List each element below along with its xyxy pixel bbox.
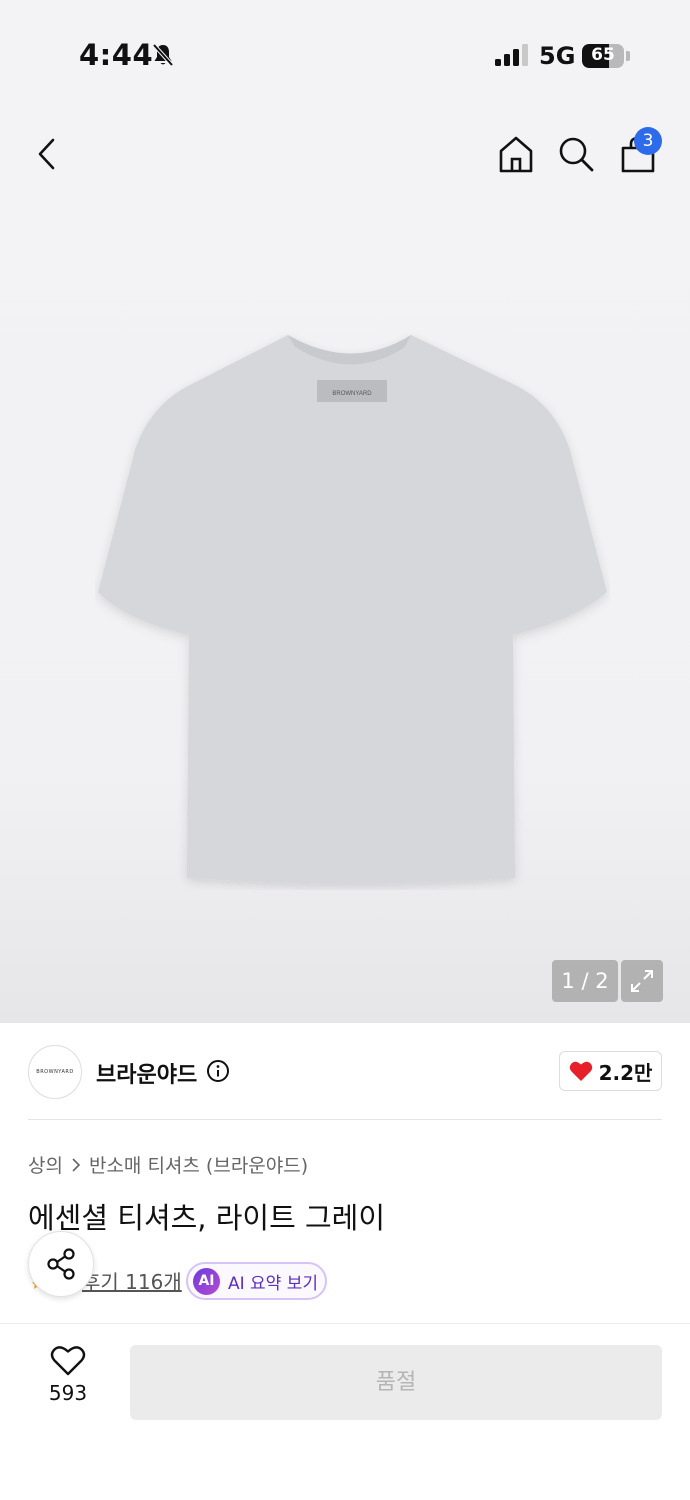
back-button[interactable] (22, 128, 74, 180)
battery-tip (626, 51, 630, 61)
network-type: 5G (539, 42, 576, 70)
breadcrumb-item-subcategory[interactable]: 반소매 티셔츠 (브라운야드) (89, 1151, 308, 1178)
battery-icon: 65 (582, 44, 624, 68)
breadcrumb: 상의 반소매 티셔츠 (브라운야드) (28, 1151, 308, 1178)
bell-muted-icon (150, 42, 176, 72)
search-icon (559, 137, 594, 172)
nav-bar (0, 110, 690, 200)
status-bar: 4:44 5G 65 (0, 0, 690, 110)
signal-icon (495, 44, 529, 70)
brand-name[interactable]: 브라운야드 (96, 1057, 197, 1089)
share-icon (47, 1248, 75, 1280)
heart-filled-icon (569, 1061, 592, 1081)
product-title: 에센셜 티셔츠, 라이트 그레이 (28, 1201, 386, 1235)
divider (28, 1119, 662, 1120)
tshirt-image: BROWNYARD (98, 335, 607, 884)
expand-button[interactable] (621, 960, 663, 1002)
chevron-right-icon (72, 1157, 81, 1172)
home-button[interactable] (490, 128, 542, 180)
image-page-indicator: 1 / 2 (552, 960, 618, 1002)
ai-summary-button[interactable]: AI AI 요약 보기 (186, 1262, 327, 1300)
brand-logo-text: BROWNYARD (36, 1069, 74, 1075)
soldout-button[interactable]: 품절 (130, 1345, 662, 1420)
battery-percent: 65 (591, 45, 615, 65)
brand-like-count: 2.2만 (598, 1060, 653, 1085)
search-button[interactable] (550, 128, 602, 180)
status-time: 4:44 (79, 38, 154, 72)
review-count-link[interactable]: 후기 116개 (82, 1266, 182, 1295)
ai-summary-label: AI 요약 보기 (228, 1273, 319, 1294)
product-image-gallery[interactable]: BROWNYARD 1 / 2 (0, 200, 690, 1023)
cart-count-badge: 3 (634, 127, 662, 155)
ai-badge: AI (193, 1267, 220, 1295)
info-icon[interactable] (206, 1059, 230, 1087)
brand-logo[interactable]: BROWNYARD (28, 1045, 82, 1099)
expand-icon (631, 970, 653, 992)
wishlist-count: 593 (48, 1381, 88, 1405)
heart-outline-icon (50, 1346, 86, 1376)
brand-like-button[interactable]: 2.2만 (559, 1051, 662, 1091)
bottom-bar-divider (0, 1323, 690, 1324)
share-button[interactable] (28, 1231, 94, 1297)
home-icon (499, 136, 533, 173)
wishlist-button[interactable]: 593 (28, 1345, 108, 1425)
chevron-left-icon (38, 138, 55, 170)
neck-label-text: BROWNYARD (332, 391, 372, 397)
breadcrumb-item-category[interactable]: 상의 (28, 1151, 63, 1178)
